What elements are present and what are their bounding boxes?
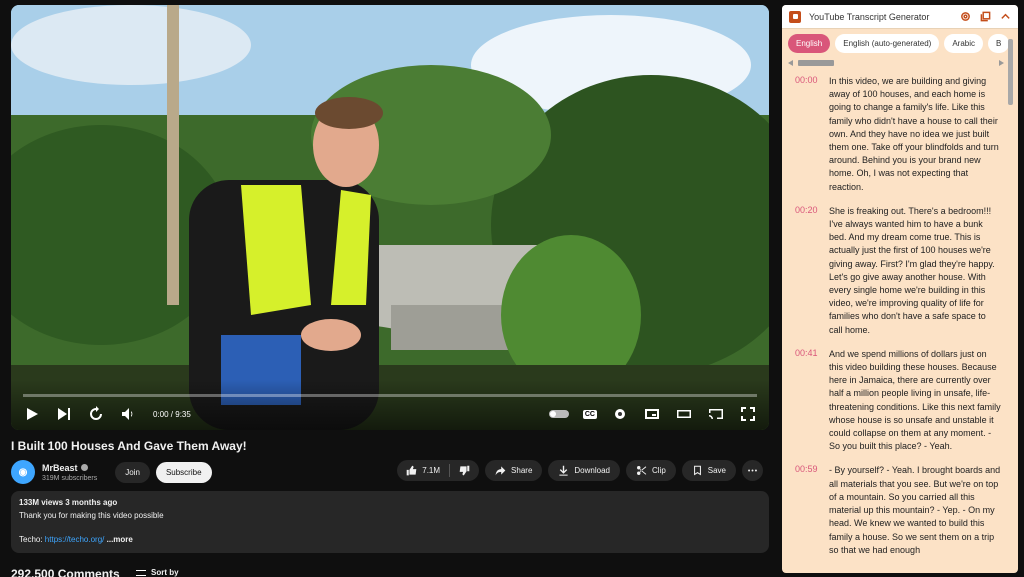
vertical-scrollbar[interactable] — [1008, 39, 1013, 105]
fullscreen-icon[interactable] — [739, 405, 757, 423]
miniplayer-icon[interactable] — [643, 405, 661, 423]
settings-gear-icon[interactable] — [611, 405, 629, 423]
lang-tab-english-auto[interactable]: English (auto-generated) — [835, 34, 940, 53]
lang-tab-arabic[interactable]: Arabic — [944, 34, 983, 53]
volume-icon[interactable] — [119, 405, 137, 423]
copy-icon[interactable] — [979, 11, 991, 23]
channel-row: ◉ MrBeast 319M subscribers Join Subscrib… — [11, 460, 769, 484]
entry-text: In this video, we are building and givin… — [829, 76, 999, 192]
scroll-left-arrow[interactable] — [788, 60, 793, 66]
player-controls: 0:00 / 9:35 CC — [11, 402, 769, 426]
sort-by-button[interactable]: Sort by — [136, 568, 179, 577]
view-count-date: 133M views 3 months ago — [19, 498, 118, 507]
target-icon[interactable] — [959, 11, 971, 23]
extension-logo-icon — [789, 10, 801, 23]
sort-label: Sort by — [151, 568, 179, 577]
horizontal-scrollbar[interactable] — [798, 60, 834, 66]
more-horizontal-icon — [748, 469, 757, 472]
entry-timestamp[interactable]: 00:20 — [795, 205, 829, 337]
subscribe-button[interactable]: Subscribe — [155, 461, 212, 483]
transcript-entry: 00:59 - By yourself? - Yeah. I brought b… — [795, 464, 1001, 556]
captions-button[interactable]: CC — [582, 409, 597, 419]
thumbs-up-icon — [406, 465, 417, 476]
language-tabs: English English (auto-generated) Arabic … — [788, 34, 1012, 54]
entry-text: And we spend millions of dollars just on… — [829, 348, 1001, 452]
entry-text: - By yourself? - Yeah. I brought boards … — [829, 465, 1001, 555]
download-label: Download — [574, 466, 610, 475]
description-techo: Techo: https://techo.org/ ...more — [19, 535, 133, 544]
verified-icon — [80, 464, 88, 471]
save-button[interactable]: Save — [681, 460, 736, 481]
video-frame — [11, 5, 769, 430]
bookmark-icon — [693, 465, 701, 476]
lang-tab-next[interactable]: B — [988, 34, 1010, 53]
loop-icon[interactable] — [87, 405, 105, 423]
transcript-entry: 00:00 In this video, we are building and… — [795, 75, 1001, 194]
video-player[interactable]: 0:00 / 9:35 CC — [11, 5, 769, 430]
description-box[interactable]: 133M views 3 months ago Thank you for ma… — [11, 491, 769, 553]
time-display: 0:00 / 9:35 — [153, 409, 191, 419]
next-icon[interactable] — [55, 405, 73, 423]
transcript-panel: YouTube Transcript Generator English Eng… — [782, 5, 1018, 573]
save-label: Save — [707, 466, 726, 475]
subscriber-count: 319M subscribers — [42, 474, 98, 482]
scissors-icon — [637, 466, 647, 475]
description-line: Thank you for making this video possible — [19, 511, 164, 520]
comments-count: 292,500 Comments — [11, 567, 120, 577]
techo-label: Techo: — [19, 535, 45, 544]
clip-label: Clip — [651, 466, 666, 475]
sort-icon — [136, 569, 146, 576]
lang-tab-english[interactable]: English — [788, 34, 831, 53]
play-icon[interactable] — [23, 405, 41, 423]
scroll-right-arrow[interactable] — [999, 60, 1004, 66]
channel-name-wrap[interactable]: MrBeast — [42, 463, 97, 473]
channel-name[interactable]: MrBeast — [42, 463, 78, 473]
dislike-button[interactable] — [450, 460, 479, 481]
thumbs-down-icon — [459, 465, 470, 476]
download-button[interactable]: Download — [548, 460, 620, 481]
channel-avatar[interactable]: ◉ — [11, 460, 35, 484]
chevron-up-icon[interactable] — [999, 11, 1011, 23]
share-label: Share — [511, 466, 533, 475]
entry-timestamp[interactable]: 00:00 — [795, 75, 829, 194]
join-button[interactable]: Join — [115, 461, 150, 483]
share-icon — [495, 466, 506, 476]
show-more-button[interactable]: ...more — [107, 535, 133, 544]
transcript-entry: 00:20 She is freaking out. There's a bed… — [795, 205, 1001, 337]
progress-bar[interactable] — [23, 394, 757, 397]
like-button[interactable]: 7.1M — [397, 460, 449, 481]
entry-timestamp[interactable]: 00:41 — [795, 348, 829, 454]
cast-icon[interactable] — [707, 405, 725, 423]
autoplay-toggle[interactable] — [548, 410, 569, 418]
more-actions-button[interactable] — [742, 460, 763, 481]
theater-mode-icon[interactable] — [675, 405, 693, 423]
channel-info: MrBeast 319M subscribers — [42, 463, 97, 482]
panel-title: YouTube Transcript Generator — [809, 11, 930, 22]
techo-link[interactable]: https://techo.org/ — [45, 535, 105, 544]
download-icon — [559, 465, 569, 476]
like-dislike-group: 7.1M — [397, 460, 480, 481]
entry-text: She is freaking out. There's a bedroom!!… — [829, 205, 995, 335]
page: 0:00 / 9:35 CC I Built 100 Houses And Ga… — [0, 0, 1024, 577]
action-buttons: 7.1M Share Download Clip Save — [397, 460, 769, 481]
panel-header: YouTube Transcript Generator — [782, 5, 1018, 29]
entry-timestamp[interactable]: 00:59 — [795, 464, 829, 556]
like-count: 7.1M — [422, 466, 441, 475]
transcript-entry: 00:41 And we spend millions of dollars j… — [795, 348, 1001, 454]
share-button[interactable]: Share — [485, 460, 543, 481]
video-title: I Built 100 Houses And Gave Them Away! — [11, 439, 247, 453]
clip-button[interactable]: Clip — [625, 460, 676, 481]
transcript-entries: 00:00 In this video, we are building and… — [795, 75, 1001, 568]
